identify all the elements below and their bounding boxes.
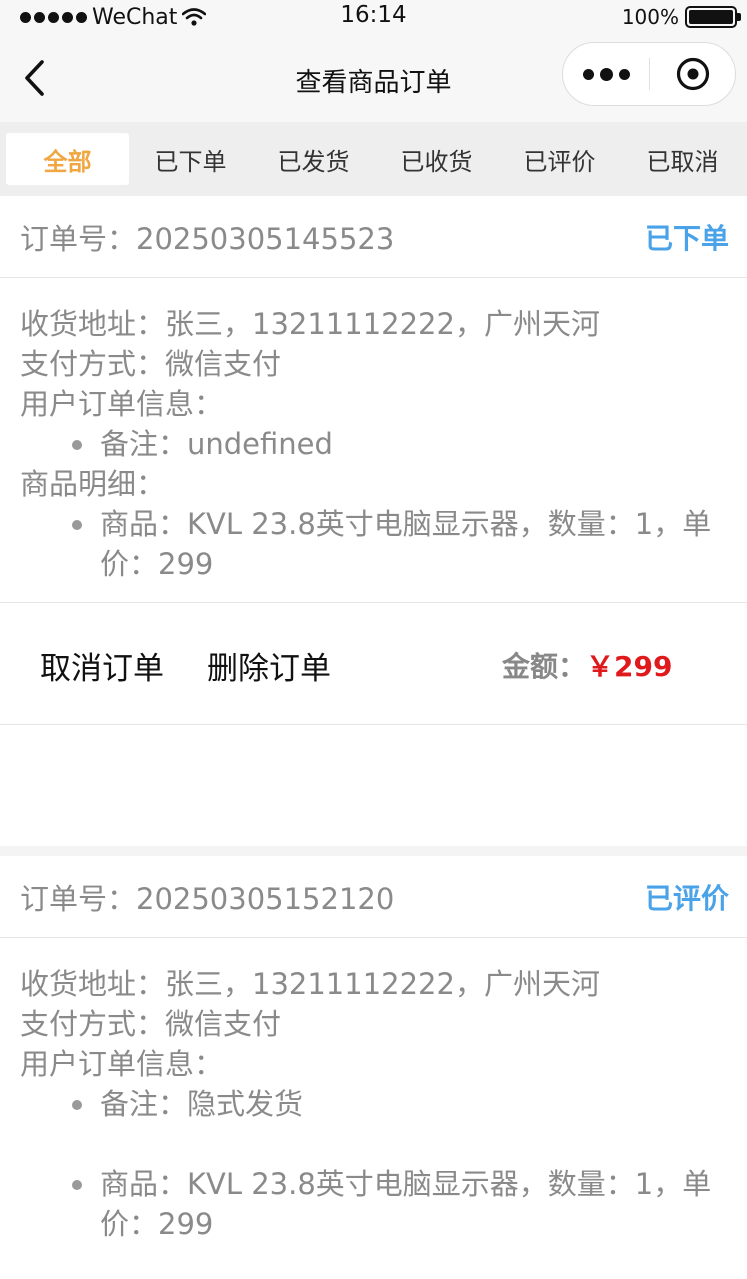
product-list: 商品：KVL 23.8英寸电脑显示器，数量：1，单价：299 [20,1164,727,1244]
order-note: 备注：隐式发货 [20,1084,727,1124]
order-status: 已下单 [644,221,729,255]
order-number: 订单号：20250305152120 [20,881,395,916]
tab-shipped[interactable]: 已发货 [252,133,375,185]
order-amount: 金额：￥299 [502,645,672,685]
cancel-order-button[interactable]: 取消订单 [40,643,164,688]
payment-method: 支付方式：微信支付 [20,1007,282,1041]
status-bar: WeChat 16:14 100% [0,0,747,34]
tab-received[interactable]: 已收货 [375,133,498,185]
battery-icon [685,6,741,28]
order-details: 收货地址：张三，13211112222，广州天河 支付方式：微信支付 用户订单信… [0,278,747,603]
order-card: 订单号：20250305145523 已下单 收货地址：张三，132111122… [0,196,747,846]
product-detail-label: 商品明细： [20,467,166,501]
shipping-address: 收货地址：张三，13211112222，广州天河 [20,307,600,341]
tab-all[interactable]: 全部 [6,133,129,185]
product-item: 商品：KVL 23.8英寸电脑显示器，数量：1，单价：299 [20,1164,727,1244]
status-right: 100% [621,4,741,30]
amount-label: 金额： [502,650,587,683]
more-menu-icon[interactable] [563,67,649,81]
nav-bar: 查看商品订单 [0,34,747,122]
order-note: 备注：undefined [20,424,727,464]
order-header: 订单号：20250305152120 已评价 [0,856,747,938]
order-card: 订单号：20250305152120 已评价 收货地址：张三，132111122… [0,856,747,1279]
shipping-address: 收货地址：张三，13211112222，广州天河 [20,967,600,1001]
user-info-list: 备注：隐式发货 [20,1084,727,1124]
product-list: 商品：KVL 23.8英寸电脑显示器，数量：1，单价：299 [20,504,727,584]
close-target-button[interactable] [650,56,735,92]
order-number: 订单号：20250305145523 [20,221,395,256]
order-actions: 取消订单 删除订单 金额：￥299 [0,603,747,725]
order-status-tabs: 全部 已下单 已发货 已收货 已评价 已取消 [0,122,747,196]
mini-program-capsule [562,42,736,106]
amount-value: ￥299 [586,650,673,683]
target-icon [676,57,709,91]
tab-reviewed[interactable]: 已评价 [498,133,621,185]
tab-cancelled[interactable]: 已取消 [621,133,744,185]
delete-order-button[interactable]: 删除订单 [207,643,331,688]
product-item: 商品：KVL 23.8英寸电脑显示器，数量：1，单价：299 [20,504,727,584]
order-details: 收货地址：张三，13211112222，广州天河 支付方式：微信支付 用户订单信… [0,938,747,1244]
order-status: 已评价 [644,881,729,915]
user-info-list: 备注：undefined [20,424,727,464]
tab-ordered[interactable]: 已下单 [129,133,252,185]
user-info-label: 用户订单信息： [20,387,224,421]
user-info-label: 用户订单信息： [20,1047,224,1081]
payment-method: 支付方式：微信支付 [20,347,282,381]
order-header: 订单号：20250305145523 已下单 [0,196,747,278]
battery-percent: 100% [621,5,679,29]
